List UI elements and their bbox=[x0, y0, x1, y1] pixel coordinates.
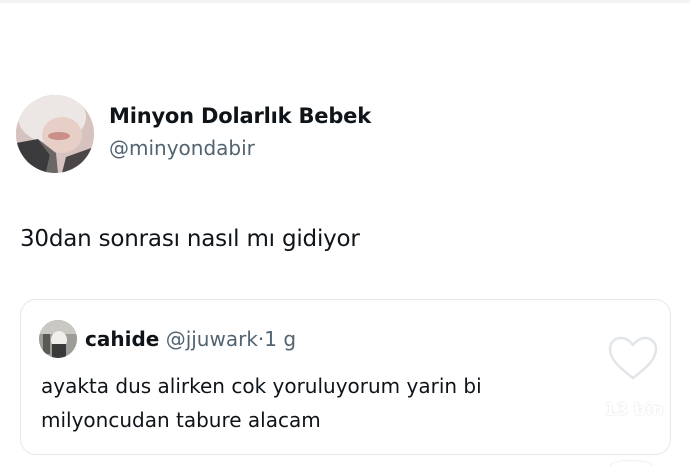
top-divider bbox=[0, 0, 690, 3]
author-display-name[interactable]: Minyon Dolarlık Bebek bbox=[109, 104, 371, 128]
quoted-author-handle[interactable]: @jjuwark bbox=[166, 327, 258, 351]
quoted-tweet-card[interactable]: cahide @jjuwark·1 g ayakta dus alirken c… bbox=[20, 299, 671, 455]
quoted-author-name[interactable]: cahide bbox=[85, 327, 159, 351]
author-avatar[interactable] bbox=[16, 95, 94, 173]
quoted-author-avatar[interactable] bbox=[39, 320, 77, 358]
quoted-tweet-text: ayakta dus alirken cok yoruluyorum yarin… bbox=[41, 374, 482, 432]
heart-icon[interactable] bbox=[607, 336, 659, 382]
quoted-timestamp[interactable]: 1 g bbox=[264, 327, 296, 351]
partial-icon-edge bbox=[610, 460, 652, 466]
quoted-tweet-header: cahide @jjuwark·1 g bbox=[85, 327, 296, 351]
author-handle[interactable]: @minyondabir bbox=[109, 136, 255, 160]
tweet-text: 30dan sonrası nasıl mı gidiyor bbox=[20, 226, 360, 252]
avatar-photo bbox=[16, 95, 94, 173]
quoted-avatar-photo bbox=[39, 320, 77, 358]
like-count: 13 bin bbox=[604, 400, 664, 420]
